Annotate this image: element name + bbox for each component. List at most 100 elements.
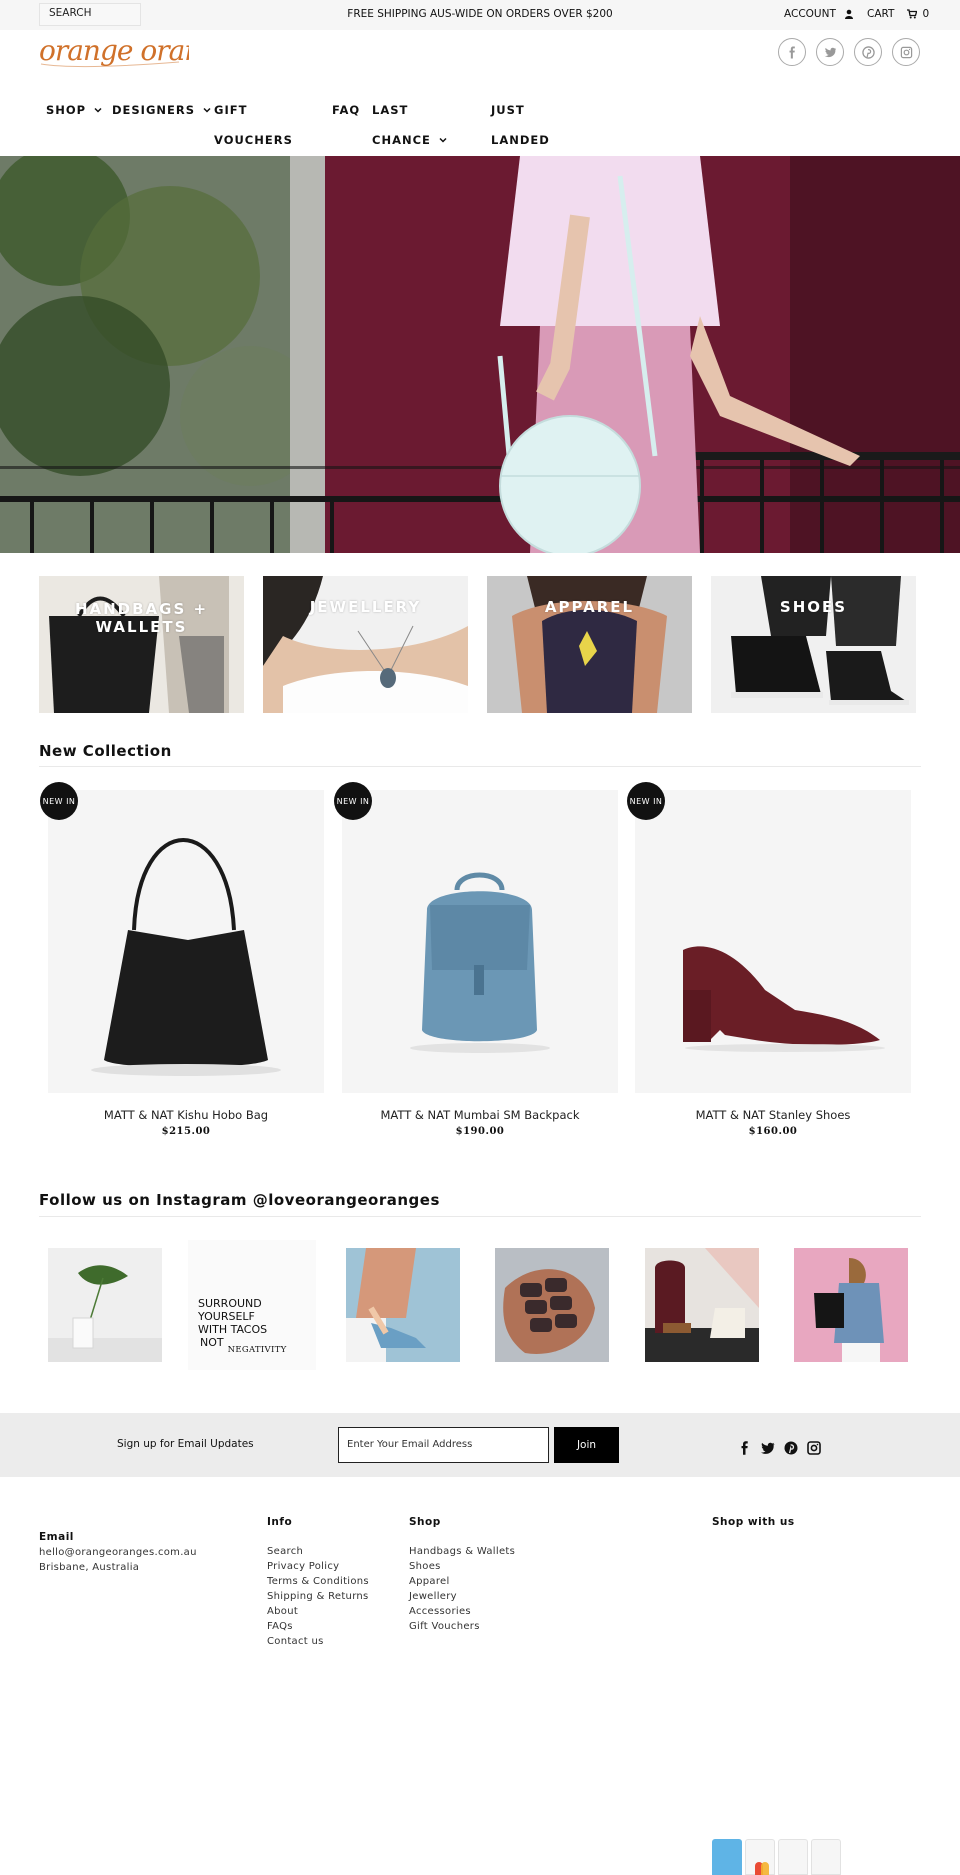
nav-just-label-line2: LANDED	[491, 133, 550, 147]
pinterest-icon	[861, 45, 875, 59]
category-image	[39, 576, 244, 713]
join-button[interactable]: Join	[554, 1427, 619, 1463]
nav-designers[interactable]: DESIGNERS	[112, 103, 211, 117]
footer-shop-links: Handbags & Wallets Shoes Apparel Jewelle…	[409, 1544, 515, 1634]
category-jewellery[interactable]: JEWELLERY	[263, 576, 468, 713]
footer-email[interactable]: hello@orangeoranges.com.au	[39, 1545, 197, 1560]
section-divider	[39, 1216, 921, 1217]
instagram-post[interactable]	[794, 1248, 908, 1362]
brand-logo[interactable]: orange oranges	[39, 34, 249, 88]
newsletter-label: Sign up for Email Updates	[117, 1438, 254, 1450]
category-shoes[interactable]: SHOES	[711, 576, 916, 713]
nav-just-landed[interactable]: JUST	[491, 103, 525, 117]
footer-link[interactable]: Contact us	[267, 1634, 369, 1649]
cart-link[interactable]: CART 0	[867, 8, 929, 20]
facebook-icon[interactable]	[738, 1441, 752, 1455]
chevron-down-icon	[439, 137, 447, 143]
footer-link[interactable]: Search	[267, 1544, 369, 1559]
nav-faq[interactable]: FAQ	[332, 103, 360, 117]
payment-card-icon	[778, 1839, 808, 1875]
category-label-line1: APPAREL	[544, 598, 635, 616]
footer-link[interactable]: Jewellery	[409, 1589, 515, 1604]
footer-info-heading: Info	[267, 1516, 293, 1528]
product-image[interactable]	[635, 790, 911, 1093]
product-name[interactable]: MATT & NAT Stanley Shoes	[635, 1108, 911, 1122]
category-image	[711, 576, 916, 713]
instagram-post[interactable]	[495, 1248, 609, 1362]
pinterest-link[interactable]	[854, 38, 882, 66]
svg-text:orange oranges: orange oranges	[39, 34, 189, 67]
new-in-badge: NEW IN	[40, 782, 78, 820]
footer-link[interactable]: Gift Vouchers	[409, 1619, 515, 1634]
category-handbags-wallets[interactable]: HANDBAGS + WALLETS	[39, 576, 244, 713]
instagram-post[interactable]	[645, 1248, 759, 1362]
twitter-link[interactable]	[816, 38, 844, 66]
footer-shop-heading: Shop	[409, 1516, 441, 1528]
twitter-icon[interactable]	[761, 1441, 775, 1455]
instagram-image	[495, 1248, 609, 1362]
product-image[interactable]	[342, 790, 618, 1093]
nav-shop[interactable]: SHOP	[46, 103, 102, 117]
footer-link[interactable]: Shipping & Returns	[267, 1589, 369, 1604]
footer-contact: hello@orangeoranges.com.au Brisbane, Aus…	[39, 1545, 197, 1575]
footer-link[interactable]: Shoes	[409, 1559, 515, 1574]
nav-last-chance-line2[interactable]: CHANCE	[372, 133, 447, 147]
product-name[interactable]: MATT & NAT Kishu Hobo Bag	[48, 1108, 324, 1122]
quote-line: WITH TACOS	[198, 1323, 268, 1336]
newsletter-bar: Sign up for Email Updates Enter Your Ema…	[0, 1413, 960, 1477]
footer-location: Brisbane, Australia	[39, 1562, 140, 1573]
newsletter-social	[738, 1441, 821, 1455]
footer-link[interactable]: Handbags & Wallets	[409, 1544, 515, 1559]
footer-link[interactable]: Terms & Conditions	[267, 1574, 369, 1589]
nav-just-landed-line2[interactable]: LANDED	[491, 133, 550, 147]
pinterest-icon[interactable]	[784, 1441, 798, 1455]
twitter-icon	[824, 47, 836, 57]
chevron-down-icon	[203, 107, 211, 113]
section-divider	[39, 766, 921, 767]
footer-link[interactable]: Accessories	[409, 1604, 515, 1619]
category-apparel[interactable]: APPAREL	[487, 576, 692, 713]
footer-email-heading: Email	[39, 1531, 74, 1543]
product-name[interactable]: MATT & NAT Mumbai SM Backpack	[342, 1108, 618, 1122]
footer-link[interactable]: Apparel	[409, 1574, 515, 1589]
new-collection-title: New Collection	[39, 742, 172, 760]
facebook-link[interactable]	[778, 38, 806, 66]
mastercard-icon	[745, 1839, 775, 1875]
footer-info-links: Search Privacy Policy Terms & Conditions…	[267, 1544, 369, 1649]
product-price: $160.00	[748, 1126, 798, 1137]
top-bar: SEARCH FREE SHIPPING AUS-WIDE ON ORDERS …	[0, 0, 960, 30]
instagram-post[interactable]	[48, 1248, 162, 1362]
footer-link[interactable]: About	[267, 1604, 369, 1619]
category-label-line1: HANDBAGS +	[74, 600, 209, 618]
instagram-post[interactable]	[346, 1248, 460, 1362]
quote-tail: NEGATIVITY	[227, 1345, 287, 1355]
nav-last-label-line1: LAST	[372, 103, 409, 117]
instagram-link[interactable]	[892, 38, 920, 66]
hero-banner[interactable]	[0, 156, 960, 553]
product-image[interactable]	[48, 790, 324, 1093]
quote-line: YOURSELF	[198, 1310, 255, 1323]
instagram-icon	[900, 46, 912, 58]
instagram-post[interactable]: SURROUND YOURSELF WITH TACOS NOT NEGATIV…	[188, 1240, 316, 1370]
account-label: ACCOUNT	[784, 8, 836, 20]
category-label-line2: WALLETS	[95, 618, 188, 636]
footer-link[interactable]: Privacy Policy	[267, 1559, 369, 1574]
footer-shop-with-us-heading: Shop with us	[712, 1516, 795, 1528]
user-icon	[844, 9, 854, 19]
product-price: $190.00	[455, 1126, 505, 1137]
payment-icons	[712, 1839, 841, 1875]
account-link[interactable]: ACCOUNT	[784, 8, 854, 20]
nav-gift-vouchers-line2[interactable]: VOUCHERS	[214, 133, 293, 147]
footer-link[interactable]: FAQs	[267, 1619, 369, 1634]
instagram-icon[interactable]	[807, 1441, 821, 1455]
email-field[interactable]: Enter Your Email Address	[338, 1427, 549, 1463]
payment-card-icon	[712, 1839, 742, 1875]
nav-gift-vouchers[interactable]: GIFT	[214, 103, 247, 117]
nav-designers-label: DESIGNERS	[112, 103, 196, 117]
chevron-down-icon	[94, 107, 102, 113]
category-label: SHOES	[711, 598, 916, 616]
category-label: HANDBAGS + WALLETS	[39, 600, 244, 636]
category-label: JEWELLERY	[263, 598, 468, 616]
quote-line: NOT	[200, 1336, 224, 1349]
nav-last-chance[interactable]: LAST	[372, 103, 408, 117]
